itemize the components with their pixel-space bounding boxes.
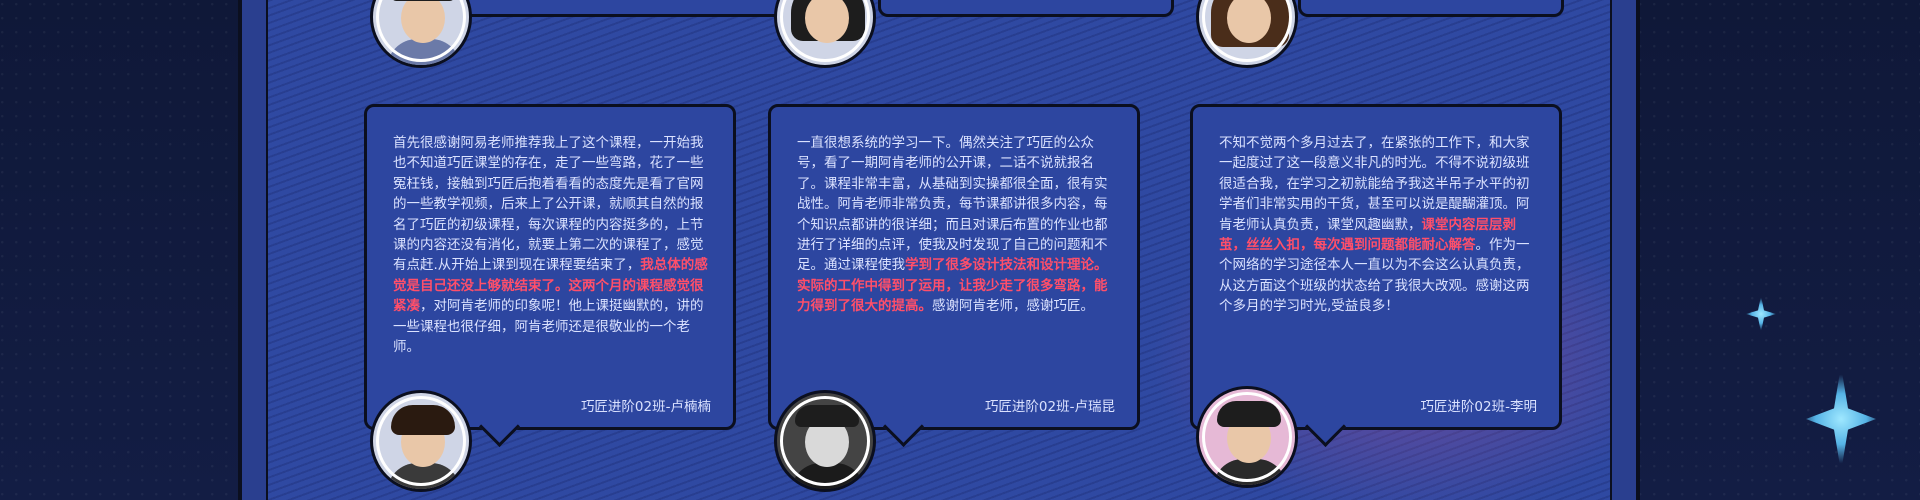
testimonial-signature-2: 巧匠进阶02班-卢瑞昆 [984, 399, 1115, 415]
body-segment: ，对阿肯老师的印象呢！他上课挺幽默的，讲的一些课程也很仔细，阿肯老师还是很敬业的… [393, 298, 704, 356]
testimonial-body-1: 首先很感谢阿易老师推荐我上了这个课程，一开始我也不知道巧匠课堂的存在，走了一些弯… [393, 133, 709, 357]
testimonial-signature-3: 巧匠进阶02班-李明 [1420, 399, 1537, 415]
avatar-student-1 [370, 390, 472, 492]
body-segment: 首先很感谢阿易老师推荐我上了这个课程，一开始我也不知道巧匠课堂的存在，走了一些弯… [393, 135, 704, 274]
testimonial-card-2: 一直很想系统的学习一下。偶然关注了巧匠的公众号，看了一期阿肯老师的公开课，二话不… [768, 104, 1140, 448]
testimonial-card-3: 不知不觉两个多月过去了，在紧张的工作下，和大家一起度过了这一段意义非凡的时光。不… [1190, 104, 1562, 448]
testimonial-body-2: 一直很想系统的学习一下。偶然关注了巧匠的公众号，看了一期阿肯老师的公开课，二话不… [797, 133, 1113, 317]
avatar-student-2 [774, 390, 876, 492]
testimonial-frame: 首先很感谢阿易老师推荐我上了这个课程，一开始我也不知道巧匠课堂的存在，走了一些弯… [238, 0, 1640, 500]
testimonial-card-1: 首先很感谢阿易老师推荐我上了这个课程，一开始我也不知道巧匠课堂的存在，走了一些弯… [364, 104, 736, 448]
body-segment: 感谢阿肯老师，感谢巧匠。 [932, 298, 1094, 315]
avatar-student-3 [1196, 386, 1298, 488]
testimonial-body-3: 不知不觉两个多月过去了，在紧张的工作下，和大家一起度过了这一段意义非凡的时光。不… [1219, 133, 1535, 317]
top-bubble-3 [1298, 0, 1564, 17]
testimonial-panel: 首先很感谢阿易老师推荐我上了这个课程，一开始我也不知道巧匠课堂的存在，走了一些弯… [266, 0, 1612, 500]
top-bubble-2 [878, 0, 1174, 17]
testimonial-signature-1: 巧匠进阶02班-卢楠楠 [580, 399, 711, 415]
body-segment: 一直很想系统的学习一下。偶然关注了巧匠的公众号，看了一期阿肯老师的公开课，二话不… [797, 135, 1108, 274]
